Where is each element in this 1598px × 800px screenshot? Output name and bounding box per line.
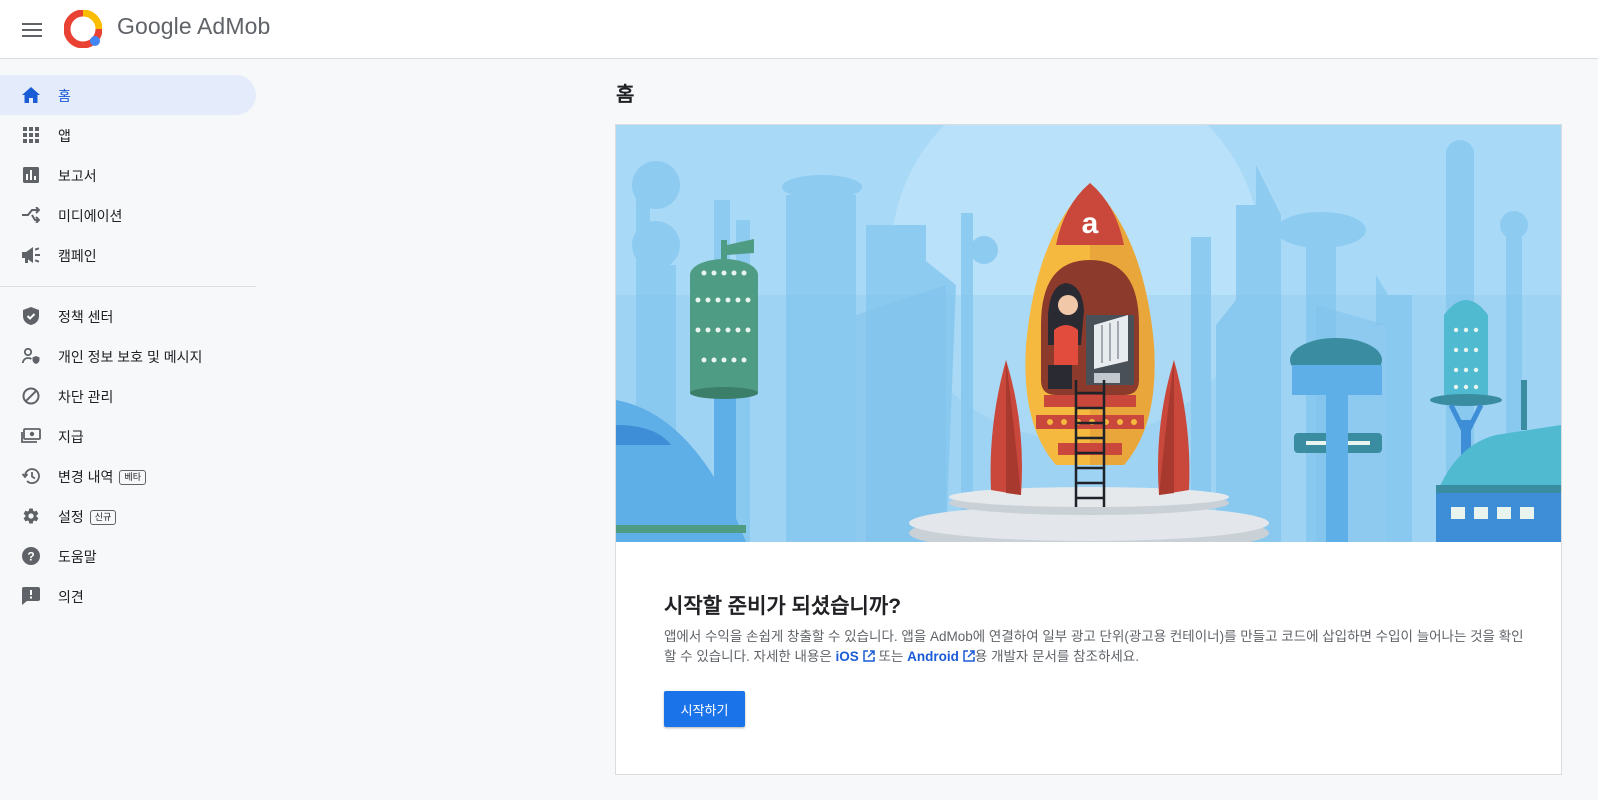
sidebar-item-settings[interactable]: 설정 신규	[0, 496, 256, 536]
apps-grid-icon	[21, 125, 41, 145]
svg-text:a: a	[1082, 207, 1099, 240]
sidebar-item-privacy-messaging[interactable]: 개인 정보 보호 및 메시지	[0, 336, 256, 376]
brand-name: Google AdMob	[117, 13, 271, 39]
privacy-person-icon	[21, 346, 41, 366]
admob-logo[interactable]	[63, 9, 103, 49]
sidebar-item-feedback[interactable]: 의견	[0, 576, 256, 616]
sidebar-item-policy-center[interactable]: 정책 센터	[0, 296, 256, 336]
card-title: 시작할 준비가 되셨습니까?	[664, 595, 902, 618]
sidebar-item-label: 앱	[58, 128, 71, 144]
sidebar-item-payments[interactable]: 지급	[0, 416, 256, 456]
gear-icon	[21, 506, 41, 526]
sidebar-item-blocking-controls[interactable]: 차단 관리	[0, 376, 256, 416]
sidebar-item-label: 의견	[58, 589, 84, 605]
rocket-illustration: a	[616, 125, 1561, 553]
sidebar-item-help[interactable]: ? 도움말	[0, 536, 256, 576]
sidebar-item-label: 정책 센터	[58, 309, 114, 325]
help-icon: ?	[21, 546, 41, 566]
sidebar-item-label: 도움말	[58, 549, 97, 565]
bar-chart-icon	[21, 165, 41, 185]
block-icon	[21, 386, 41, 406]
sidebar-item-label: 캠페인	[58, 248, 97, 264]
sidebar-item-label: 변경 내역 베타	[58, 467, 146, 487]
get-started-button[interactable]: 시작하기	[664, 691, 745, 727]
history-icon	[21, 466, 41, 486]
sidebar-item-change-history[interactable]: 변경 내역 베타	[0, 456, 256, 496]
sidebar-item-reports[interactable]: 보고서	[0, 155, 256, 195]
sidebar-item-label: 홈	[58, 88, 71, 104]
sidebar-item-home[interactable]: 홈	[0, 75, 256, 115]
sidebar-item-mediation[interactable]: 미디에이션	[0, 195, 256, 235]
sidebar-item-label: 지급	[58, 429, 84, 445]
payments-icon	[21, 426, 41, 446]
page-title: 홈	[616, 84, 635, 106]
sidebar-nav: 홈 앱 보고서 미디에이션 캠페인 정책 센터 개인 정보 보호 및 메시지 차…	[0, 59, 256, 800]
sidebar-item-label: 설정 신규	[58, 507, 117, 527]
external-link-icon	[863, 650, 875, 662]
new-badge: 신규	[89, 509, 117, 525]
sidebar-item-label: 개인 정보 보호 및 메시지	[58, 349, 203, 365]
card-description: 앱에서 수익을 손쉽게 창출할 수 있습니다. 앱을 AdMob에 연결하여 일…	[664, 629, 1524, 664]
top-app-bar: Google AdMob	[0, 0, 1598, 59]
getting-started-card: a 시작할 준비가 되셨습니까? 앱에서 수익을 손쉽게 창출할 수 있습니다.…	[615, 124, 1562, 775]
home-icon	[21, 85, 41, 105]
sidebar-item-label: 미디에이션	[58, 208, 123, 224]
sidebar-item-label: 차단 관리	[58, 389, 114, 405]
beta-badge: 베타	[119, 469, 146, 485]
external-link-icon	[963, 650, 975, 662]
shield-check-icon	[21, 306, 41, 326]
sidebar-item-campaigns[interactable]: 캠페인	[0, 235, 256, 275]
svg-text:?: ?	[27, 550, 34, 564]
sidebar-divider	[0, 286, 256, 287]
sidebar-item-label: 보고서	[58, 168, 97, 184]
sidebar-item-apps[interactable]: 앱	[0, 115, 256, 155]
android-docs-link[interactable]: Android	[907, 649, 975, 664]
megaphone-icon	[21, 245, 41, 265]
menu-icon[interactable]	[14, 12, 50, 48]
ios-docs-link[interactable]: iOS	[836, 649, 875, 664]
feedback-icon	[21, 586, 41, 606]
mediation-icon	[21, 205, 41, 225]
